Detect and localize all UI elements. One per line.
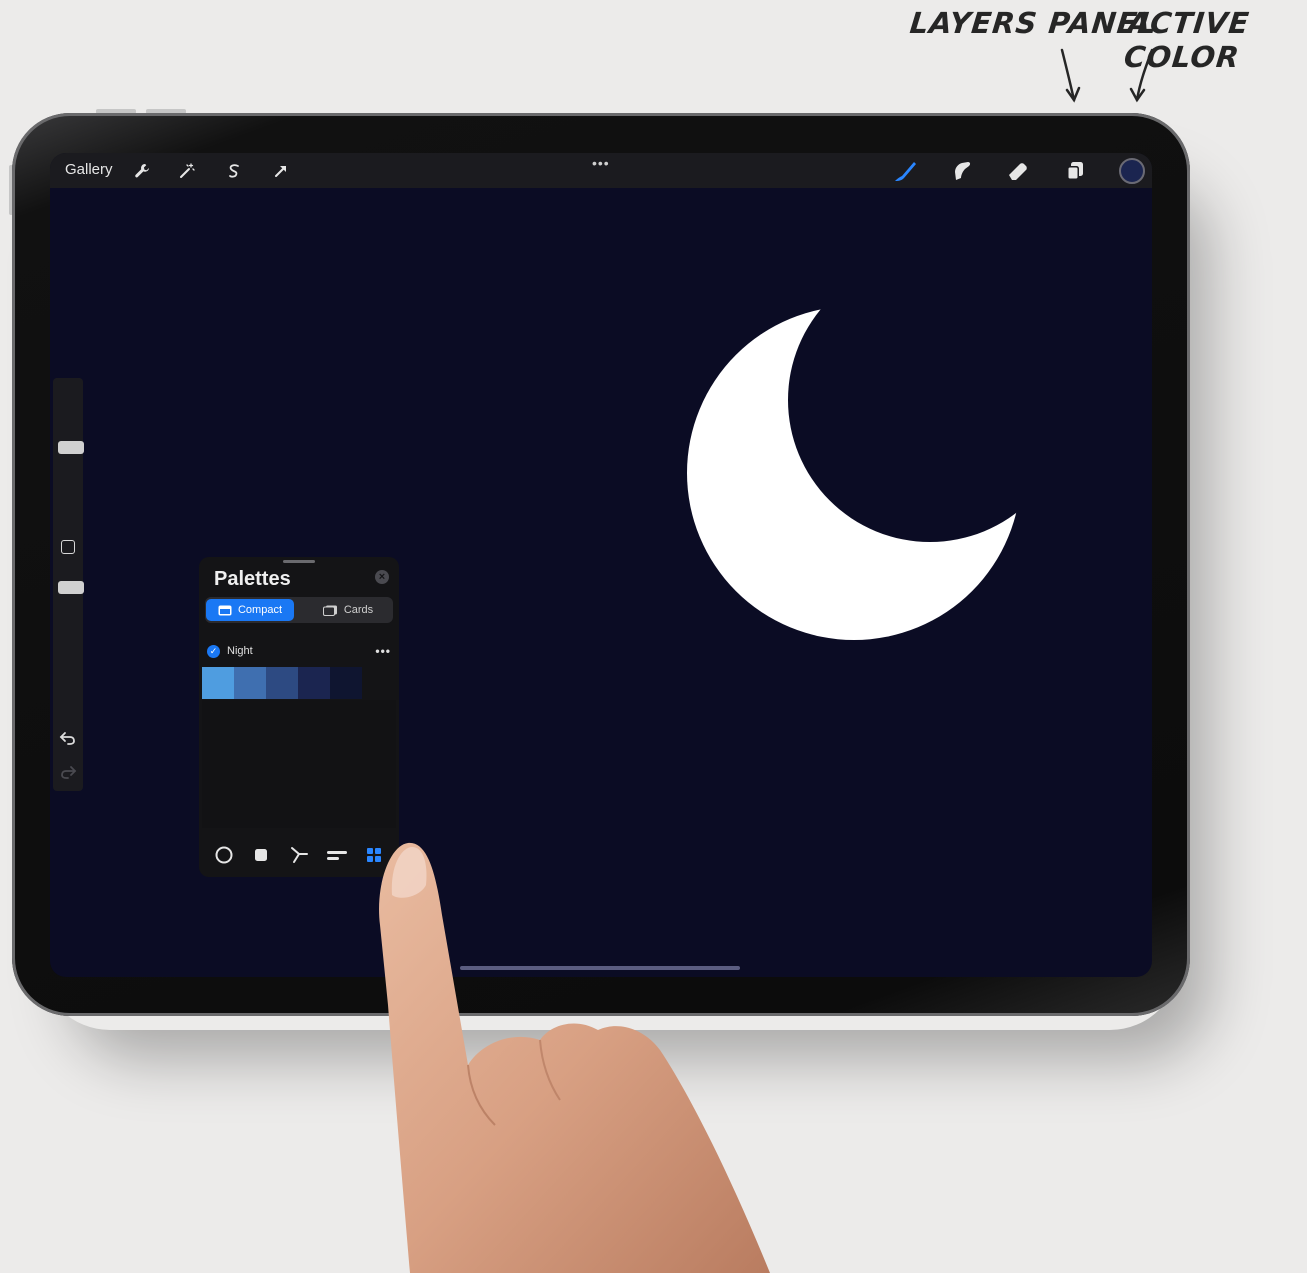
undo-icon[interactable] bbox=[59, 730, 77, 751]
opacity-thumb[interactable] bbox=[58, 581, 84, 594]
more-options-handle[interactable]: ••• bbox=[592, 155, 610, 171]
transform-arrow-icon[interactable] bbox=[268, 158, 294, 184]
cards-icon bbox=[322, 605, 337, 616]
value-icon[interactable] bbox=[326, 844, 348, 866]
palette-swatches bbox=[202, 667, 362, 699]
compact-icon bbox=[218, 605, 232, 615]
tab-cards-label: Cards bbox=[343, 604, 374, 616]
palette-name: Night bbox=[227, 645, 253, 657]
swatch-4[interactable] bbox=[298, 667, 330, 699]
tab-compact-label: Compact bbox=[237, 604, 283, 616]
empty-swatch-area[interactable] bbox=[202, 700, 396, 828]
palettes-panel: Palettes × Compact Cards ✓ Night ••• bbox=[199, 557, 399, 877]
tab-cards[interactable]: Cards bbox=[305, 599, 391, 621]
swatch-3[interactable] bbox=[266, 667, 298, 699]
default-check-icon[interactable]: ✓ bbox=[207, 644, 220, 658]
swatch-1[interactable] bbox=[202, 667, 234, 699]
magic-wand-icon[interactable] bbox=[174, 158, 200, 184]
harmony-icon[interactable] bbox=[288, 844, 310, 866]
opacity-slider[interactable] bbox=[56, 568, 84, 718]
brush-size-slider[interactable] bbox=[56, 378, 84, 518]
active-color-button[interactable] bbox=[1119, 158, 1145, 184]
left-sidebar bbox=[53, 378, 84, 791]
view-mode-tabs: Compact Cards bbox=[205, 597, 393, 623]
modify-button[interactable] bbox=[61, 540, 75, 554]
panel-drag-handle[interactable] bbox=[283, 560, 315, 563]
redo-icon[interactable] bbox=[59, 764, 77, 785]
layers-panel-annotation: LAYERS PANEL bbox=[908, 6, 1160, 40]
pointing-hand bbox=[379, 842, 770, 1273]
close-icon[interactable]: × bbox=[375, 570, 389, 584]
crescent-moon bbox=[650, 288, 1050, 668]
wrench-icon[interactable] bbox=[129, 158, 155, 184]
color-annotation-arrow bbox=[1129, 48, 1154, 103]
palette-header-row[interactable]: ✓ Night ••• bbox=[207, 643, 391, 659]
swatch-2[interactable] bbox=[234, 667, 266, 699]
top-toolbar: Gallery ••• bbox=[50, 153, 1152, 188]
classic-icon[interactable] bbox=[250, 844, 272, 866]
layers-annotation-arrow bbox=[1060, 48, 1081, 103]
disc-icon[interactable] bbox=[213, 844, 235, 866]
eraser-icon[interactable] bbox=[1005, 158, 1031, 184]
layers-icon[interactable] bbox=[1062, 158, 1088, 184]
swatch-5[interactable] bbox=[330, 667, 362, 699]
smudge-icon[interactable] bbox=[949, 158, 975, 184]
palettes-title: Palettes bbox=[214, 568, 291, 590]
palette-more-button[interactable]: ••• bbox=[375, 644, 391, 658]
tab-compact[interactable]: Compact bbox=[206, 599, 294, 621]
gallery-button[interactable]: Gallery bbox=[65, 161, 113, 178]
selection-icon[interactable] bbox=[221, 158, 247, 184]
brush-size-thumb[interactable] bbox=[58, 441, 84, 454]
color-mode-bar bbox=[199, 835, 399, 875]
brush-icon[interactable] bbox=[892, 158, 918, 184]
